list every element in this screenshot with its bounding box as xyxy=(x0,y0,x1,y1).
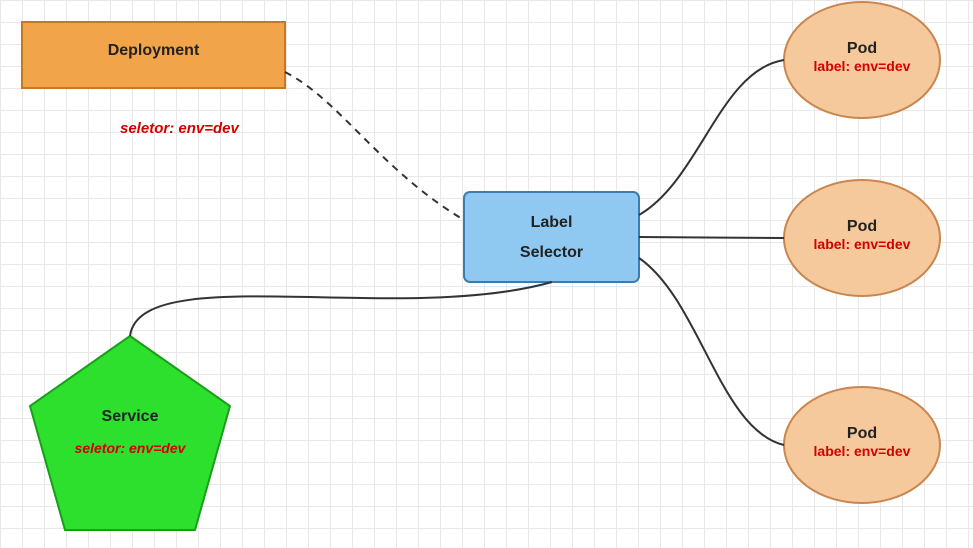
selector-annotation: seletor: env=dev xyxy=(120,120,239,137)
service-title: Service xyxy=(30,408,230,426)
diagram-canvas xyxy=(0,0,973,548)
deployment-title: Deployment xyxy=(22,42,285,60)
pod-title-1: Pod xyxy=(784,40,940,58)
label-selector-line2: Selector xyxy=(464,238,639,268)
pod-sub-2: label: env=dev xyxy=(784,236,940,252)
pod-label-1: Pod label: env=dev xyxy=(784,40,940,74)
connector-selector-pod3 xyxy=(639,258,784,445)
pod-title-3: Pod xyxy=(784,425,940,443)
connector-selector-pod2 xyxy=(639,237,784,238)
label-selector-label: Label Selector xyxy=(464,208,639,269)
pod-title-2: Pod xyxy=(784,218,940,236)
service-label: Service seletor: env=dev xyxy=(30,408,230,456)
deployment-label: Deployment xyxy=(22,42,285,60)
label-selector-line1: Label xyxy=(464,208,639,238)
pod-sub-1: label: env=dev xyxy=(784,58,940,74)
connector-selector-pod1 xyxy=(639,60,784,215)
pod-sub-3: label: env=dev xyxy=(784,443,940,459)
connector-deployment-selector xyxy=(285,72,464,220)
pod-label-2: Pod label: env=dev xyxy=(784,218,940,252)
service-sub: seletor: env=dev xyxy=(30,440,230,456)
pod-label-3: Pod label: env=dev xyxy=(784,425,940,459)
connector-service-selector xyxy=(130,282,552,336)
